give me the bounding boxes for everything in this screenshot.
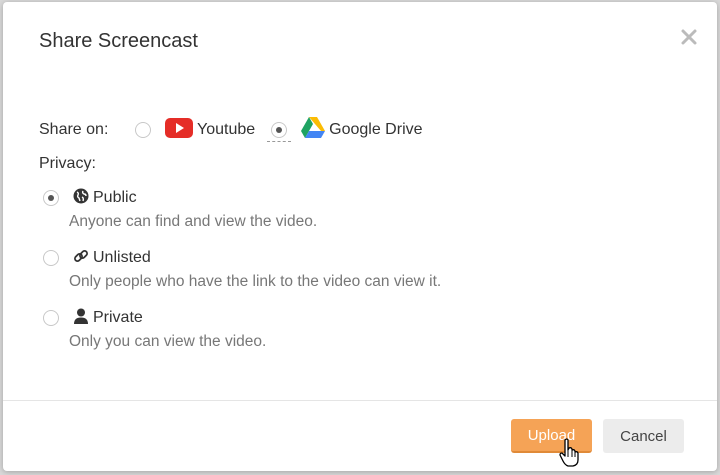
radio-google-drive[interactable] [271, 121, 288, 138]
private-label: Private [93, 309, 143, 326]
close-icon[interactable] [679, 27, 699, 47]
footer-divider [3, 400, 717, 401]
unlisted-label: Unlisted [93, 249, 151, 266]
radio-google-drive-wrapper [267, 118, 292, 142]
dialog-title: Share Screencast [39, 30, 198, 52]
public-description: Anyone can find and view the video. [69, 213, 318, 230]
privacy-option-private: Private Only you can view the video. [43, 307, 266, 351]
public-label: Public [93, 189, 137, 206]
link-icon [73, 248, 89, 269]
radio-unlisted[interactable] [43, 250, 59, 266]
google-drive-icon [301, 117, 326, 143]
privacy-option-public: Public Anyone can find and view the vide… [43, 187, 317, 231]
cancel-button[interactable]: Cancel [603, 419, 684, 453]
radio-private[interactable] [43, 310, 59, 326]
radio-public[interactable] [43, 190, 59, 206]
youtube-label: Youtube [197, 121, 256, 138]
user-icon [73, 308, 89, 329]
youtube-icon [165, 117, 193, 143]
radio-youtube[interactable] [135, 122, 151, 138]
private-description: Only you can view the video. [69, 333, 267, 350]
privacy-label: Privacy: [39, 155, 96, 172]
google-drive-label: Google Drive [329, 121, 423, 138]
share-on-label: Share on: [39, 121, 109, 138]
share-on-row: Share on: Youtube Google Drive [39, 117, 423, 143]
unlisted-description: Only people who have the link to the vid… [69, 273, 442, 290]
share-screencast-dialog: Share Screencast Share on: Youtube Googl [3, 2, 717, 471]
globe-icon [73, 188, 89, 209]
hand-cursor-icon [559, 438, 581, 468]
privacy-option-unlisted: Unlisted Only people who have the link t… [43, 247, 441, 291]
